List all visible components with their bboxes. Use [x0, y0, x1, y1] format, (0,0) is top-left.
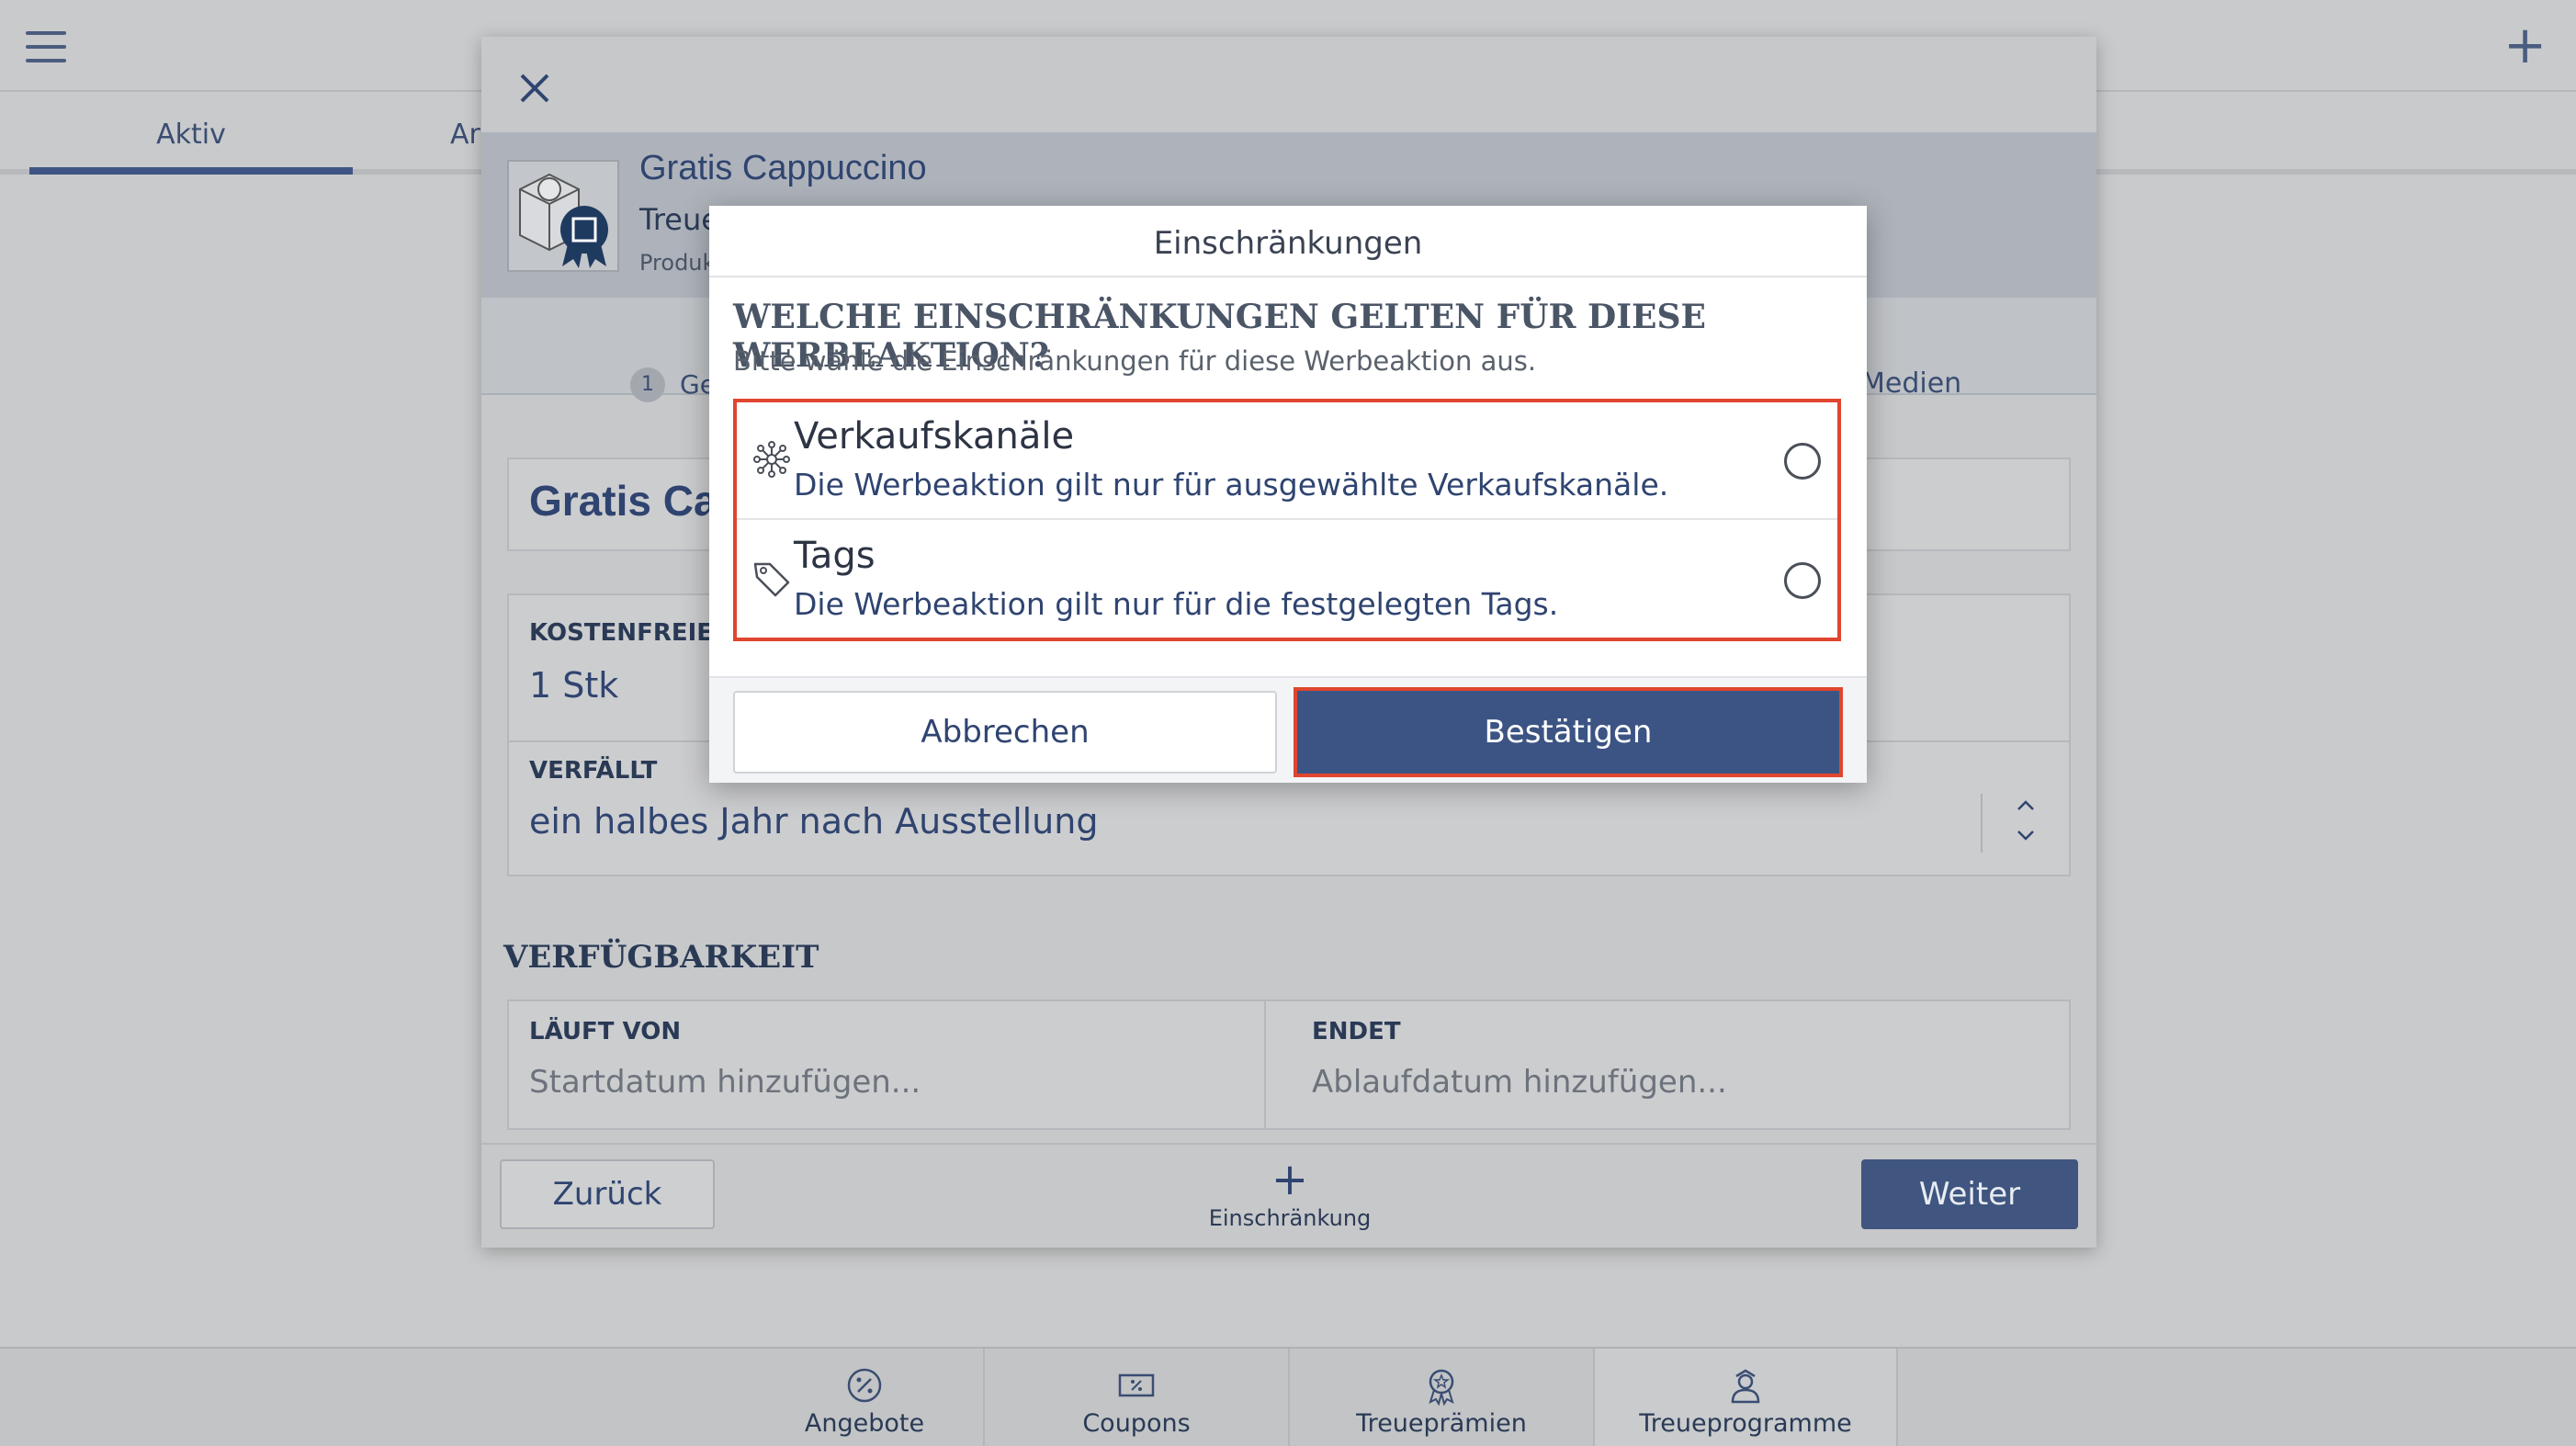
nav-label: Angebote — [804, 1409, 925, 1438]
radio-tags[interactable] — [1784, 562, 1821, 599]
ends-label: ENDET — [1312, 1018, 1401, 1045]
tab-aktiv[interactable]: Aktiv — [29, 92, 353, 175]
option-title: Verkaufskanäle — [794, 415, 1075, 458]
product-box-icon — [519, 173, 608, 268]
availability-heading: VERFÜGBARKEIT — [503, 939, 819, 976]
free-units-value: 1 Stk — [529, 665, 619, 706]
radio-sales-channels[interactable] — [1784, 443, 1821, 480]
confirm-button[interactable]: Bestätigen — [1294, 687, 1843, 777]
availability-divider — [1264, 1000, 1266, 1130]
modal-hint: Bitte wähle die Einschränkungen für dies… — [733, 345, 1537, 377]
add-icon[interactable]: + — [2503, 20, 2547, 72]
chevron-up-icon[interactable] — [2016, 799, 2036, 812]
option-tags[interactable]: Tags Die Werbeaktion gilt nur für die fe… — [737, 522, 1837, 639]
start-date-input[interactable]: Startdatum hinzufügen... — [529, 1064, 921, 1101]
cancel-button[interactable]: Abbrechen — [733, 691, 1277, 774]
nav-label: Treueprämien — [1356, 1409, 1527, 1438]
add-restriction-button[interactable]: + Einschränkung — [1198, 1158, 1382, 1231]
end-date-input[interactable]: Ablaufdatum hinzufügen... — [1312, 1064, 1727, 1101]
nav-label: Coupons — [1082, 1409, 1191, 1438]
back-button[interactable]: Zurück — [500, 1159, 715, 1229]
bottom-navigation: Angebote Coupons Treueprämien Treueprogr… — [0, 1347, 2576, 1446]
restriction-options: Verkaufskanäle Die Werbeaktion gilt nur … — [733, 399, 1841, 641]
next-button[interactable]: Weiter — [1861, 1159, 2078, 1229]
coupon-icon — [1118, 1373, 1155, 1397]
product-title: Gratis Cappuccino — [639, 149, 927, 187]
expires-value: ein halbes Jahr nach Ausstellung — [529, 801, 1099, 842]
channels-icon — [753, 441, 790, 478]
step-media-label[interactable]: Medien — [1861, 367, 1961, 400]
modal-title: Einschränkungen — [709, 206, 1867, 277]
option-title: Tags — [794, 535, 876, 577]
option-description: Die Werbeaktion gilt nur für die festgel… — [794, 586, 1559, 622]
product-subtitle: Treue — [639, 202, 719, 237]
tag-icon — [753, 562, 790, 597]
plus-icon: + — [1271, 1154, 1309, 1205]
percent-badge-icon — [847, 1368, 882, 1403]
close-icon[interactable] — [514, 68, 555, 108]
nav-item-treuepraemien[interactable]: Treueprämien — [1290, 1349, 1595, 1446]
product-type: Produk — [639, 250, 716, 276]
runs-from-label: LÄUFT VON — [529, 1018, 682, 1045]
nav-label: Treueprogramme — [1639, 1409, 1852, 1438]
loyalty-person-icon — [1731, 1369, 1760, 1404]
option-description: Die Werbeaktion gilt nur für ausgewählte… — [794, 467, 1669, 503]
menu-icon[interactable] — [26, 31, 66, 62]
step-number-badge[interactable]: 1 — [630, 367, 665, 402]
restrictions-modal: Einschränkungen WELCHE EINSCHRÄNKUNGEN G… — [709, 206, 1867, 783]
nav-item-coupons[interactable]: Coupons — [985, 1349, 1290, 1446]
product-image — [507, 160, 619, 272]
chevron-down-icon[interactable] — [2016, 829, 2036, 842]
award-icon — [1429, 1369, 1454, 1406]
select-divider — [1981, 794, 1983, 853]
expires-label: VERFÄLLT — [529, 757, 658, 785]
nav-item-angebote[interactable]: Angebote — [746, 1349, 985, 1446]
option-sales-channels[interactable]: Verkaufskanäle Die Werbeaktion gilt nur … — [737, 402, 1837, 520]
nav-item-treueprogramme[interactable]: Treueprogramme — [1595, 1349, 1898, 1446]
add-restriction-label: Einschränkung — [1208, 1205, 1372, 1231]
